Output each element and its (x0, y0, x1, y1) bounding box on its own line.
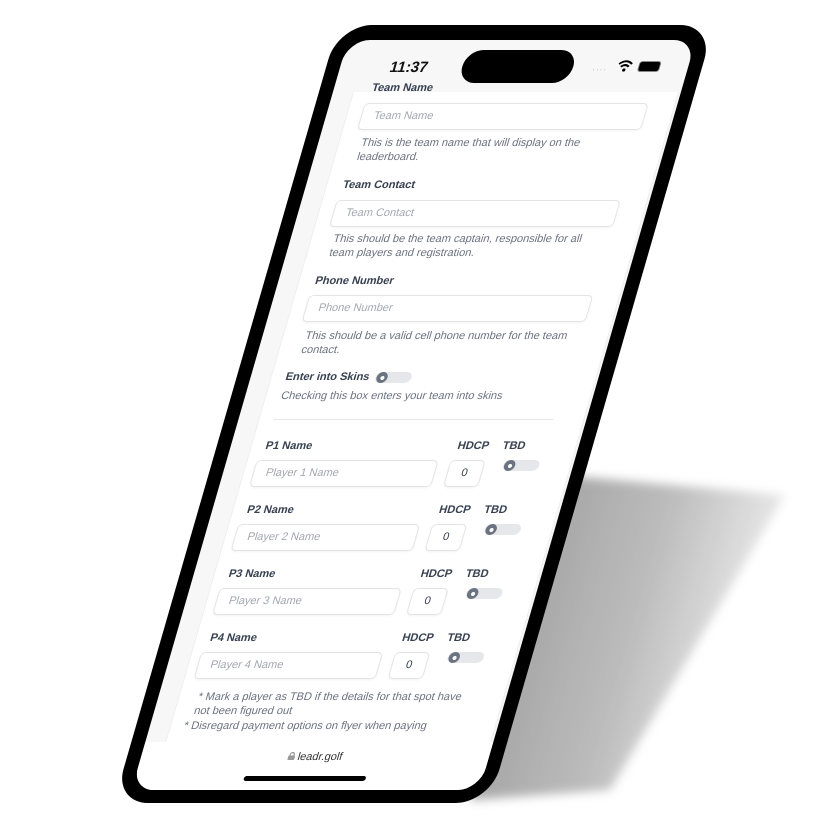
hdcp-label: HDCP (437, 504, 473, 516)
toggle-knob (484, 524, 499, 535)
team-contact-help: This should be the team captain, respons… (327, 233, 584, 259)
player-name-input[interactable]: Player 2 Name (230, 524, 421, 551)
phone-number-label: Phone Number (313, 275, 396, 287)
toggle-knob (447, 652, 462, 663)
tbd-toggle[interactable] (501, 460, 541, 471)
skins-help: Checking this box enters your team into … (279, 390, 505, 402)
phone-number-input[interactable]: Phone Number (301, 295, 594, 322)
home-indicator[interactable] (243, 776, 367, 781)
battery-icon (636, 61, 662, 72)
player-name-label: P3 Name (227, 568, 278, 580)
player-name-label: P2 Name (245, 504, 296, 516)
skins-label: Enter into Skins (283, 371, 372, 383)
tbd-label: TBD (464, 568, 491, 580)
hdcp-input[interactable]: 0 (442, 460, 486, 487)
toggle-knob (374, 372, 390, 383)
hdcp-input[interactable]: 0 (405, 588, 449, 615)
signal-dots-icon: ···· (591, 65, 609, 74)
url-text: leadr.golf (295, 751, 345, 763)
team-name-label: Team Name (370, 82, 435, 94)
tbd-label: TBD (482, 504, 509, 516)
browser-bottom-bar: leadr.golf (131, 742, 494, 790)
hdcp-label: HDCP (400, 632, 436, 644)
dynamic-island (457, 50, 579, 83)
team-contact-input[interactable]: Team Contact (328, 200, 621, 227)
player-name-input[interactable]: Player 3 Name (211, 588, 402, 615)
player-name-label: P1 Name (264, 440, 314, 452)
tbd-toggle[interactable] (464, 588, 504, 599)
status-time: 11:37 (387, 59, 431, 76)
hdcp-input[interactable]: 0 (424, 524, 468, 551)
team-name-help: This is the team name that will display … (355, 137, 582, 163)
skins-toggle[interactable] (373, 372, 414, 383)
tbd-toggle[interactable] (446, 652, 486, 663)
phone-number-help: This should be a valid cell phone number… (299, 330, 569, 356)
payment-footnote: * Disregard payment options on flyer whe… (182, 720, 429, 732)
wifi-icon (618, 60, 633, 72)
url-bar[interactable]: leadr.golf (139, 751, 490, 763)
team-contact-label: Team Contact (341, 179, 417, 191)
tbd-footnote: * Mark a player as TBD if the details fo… (192, 691, 464, 717)
team-name-input[interactable]: Team Name (356, 103, 649, 130)
player-name-input[interactable]: Player 1 Name (248, 460, 439, 487)
hdcp-input[interactable]: 0 (387, 652, 431, 679)
form-divider (273, 419, 554, 420)
lock-icon (287, 751, 295, 760)
player-name-input[interactable]: Player 4 Name (193, 652, 384, 679)
hdcp-label: HDCP (456, 440, 491, 452)
toggle-knob (502, 460, 517, 471)
player-name-label: P4 Name (208, 632, 259, 644)
tbd-toggle[interactable] (483, 524, 523, 535)
toggle-knob (465, 588, 480, 599)
hdcp-label: HDCP (419, 568, 454, 580)
tbd-label: TBD (445, 632, 472, 644)
tbd-label: TBD (501, 440, 528, 452)
